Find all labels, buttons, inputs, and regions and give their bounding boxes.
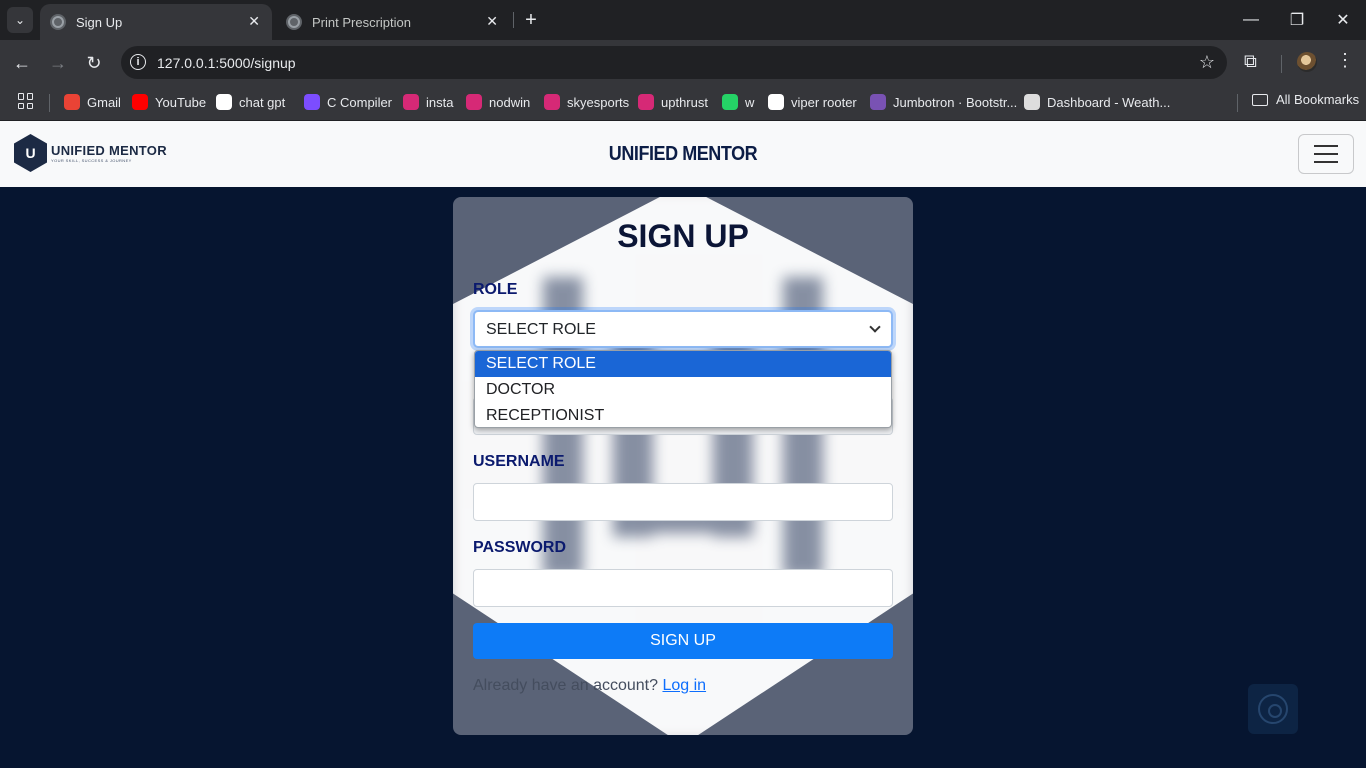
logo-hex-icon: U: [14, 134, 47, 172]
bookmark-star-icon[interactable]: ☆: [1199, 52, 1215, 73]
bookmarks-bar: Gmail YouTube chat gpt C Compiler insta nodwi…: [0, 85, 1366, 121]
assistant-icon: [1258, 694, 1288, 724]
whatsapp-icon: [722, 94, 738, 110]
bookmark-item[interactable]: YouTube: [132, 92, 206, 112]
folder-icon: [1252, 93, 1268, 106]
bookmark-item[interactable]: w: [722, 92, 754, 112]
role-option[interactable]: DOCTOR: [475, 377, 891, 403]
site-navbar: U UNIFIED MENTOR YOUR SKILL, SUCCESS & J…: [0, 121, 1366, 187]
bookmark-item[interactable]: skyesports: [544, 92, 629, 112]
login-prompt-text: Already have an account?: [473, 677, 659, 694]
chatgpt-icon: [216, 94, 232, 110]
role-option[interactable]: SELECT ROLE: [475, 351, 891, 377]
bookmark-item[interactable]: upthrust: [638, 92, 708, 112]
floating-assistant-button[interactable]: [1248, 684, 1298, 734]
apps-grid-icon[interactable]: [18, 93, 34, 109]
all-bookmarks-button[interactable]: All Bookmarks: [1252, 92, 1359, 107]
close-tab-icon[interactable]: ✕: [248, 13, 260, 30]
bookmark-item[interactable]: Gmail: [64, 92, 121, 112]
forward-button[interactable]: →: [46, 51, 70, 75]
compiler-icon: [304, 94, 320, 110]
bookmark-item[interactable]: C Compiler: [304, 92, 392, 112]
role-dropdown-list[interactable]: SELECT ROLE DOCTOR RECEPTIONIST: [474, 350, 892, 428]
bookmark-label: chat gpt: [239, 94, 286, 110]
address-bar[interactable]: i 127.0.0.1:5000/signup ☆: [121, 46, 1227, 79]
bookmark-item[interactable]: chat gpt: [216, 92, 285, 112]
globe-icon: [50, 14, 66, 30]
bootstrap-icon: [870, 94, 886, 110]
bookmark-label: C Compiler: [327, 94, 393, 110]
bookmarks-divider: [49, 94, 50, 112]
tab-print-prescription[interactable]: Print Prescription ✕: [276, 4, 510, 40]
close-tab-icon[interactable]: ✕: [486, 13, 498, 30]
restore-button[interactable]: ❐: [1285, 8, 1309, 32]
bookmark-item[interactable]: nodwin: [466, 92, 530, 112]
all-bookmarks-label: All Bookmarks: [1276, 92, 1360, 107]
bookmark-label: Dashboard - Weath...: [1047, 94, 1171, 110]
url-text[interactable]: 127.0.0.1:5000/signup: [157, 55, 296, 71]
password-input[interactable]: [473, 569, 893, 607]
chevron-down-icon: [869, 321, 881, 333]
bookmark-label: w: [745, 94, 755, 110]
site-info-icon[interactable]: i: [130, 54, 146, 70]
minimize-button[interactable]: —: [1239, 8, 1263, 32]
login-prompt: Already have an account? Log in: [473, 677, 706, 695]
bookmark-label: viper rooter: [791, 94, 857, 110]
bookmarks-divider: [1237, 94, 1238, 112]
username-input[interactable]: [473, 483, 893, 521]
bookmark-label: YouTube: [155, 94, 207, 110]
bookmark-item[interactable]: viper rooter: [768, 92, 857, 112]
bookmark-label: Jumbotron · Bootstr...: [893, 94, 1018, 110]
bookmark-label: skyesports: [567, 94, 630, 110]
instagram-icon: [466, 94, 482, 110]
bookmark-label: insta: [426, 94, 454, 110]
role-label: ROLE: [473, 281, 518, 298]
youtube-icon: [132, 94, 148, 110]
browser-toolbar: ← → ↻ i 127.0.0.1:5000/signup ☆ ⧉ ⋮: [0, 40, 1366, 85]
browser-tab-bar: ⌄ Sign Up ✕ Print Prescription ✕ + — ❐ ✕: [0, 0, 1366, 40]
instagram-icon: [638, 94, 654, 110]
role-option[interactable]: RECEPTIONIST: [475, 403, 891, 427]
tab-divider: [513, 12, 514, 28]
instagram-icon: [544, 94, 560, 110]
close-window-button[interactable]: ✕: [1331, 8, 1355, 32]
profile-avatar[interactable]: [1297, 52, 1317, 72]
bookmark-label: Gmail: [87, 94, 121, 110]
toolbar-divider: [1281, 55, 1282, 73]
instagram-icon: [403, 94, 419, 110]
gmail-icon: [64, 94, 80, 110]
navbar-brand: UNIFIED MENTOR: [608, 143, 758, 165]
tab-label: Sign Up: [76, 14, 123, 30]
extensions-icon[interactable]: ⧉: [1244, 51, 1257, 72]
reload-button[interactable]: ↻: [82, 51, 106, 75]
link-icon: [768, 94, 784, 110]
tab-sign-up[interactable]: Sign Up ✕: [40, 4, 272, 40]
page-icon: [1024, 94, 1040, 110]
navbar-toggle-button[interactable]: [1298, 134, 1354, 174]
page-content: U UNIFIED MENTOR YOUR SKILL, SUCCESS & J…: [0, 121, 1366, 768]
new-tab-button[interactable]: +: [519, 8, 543, 32]
role-select[interactable]: SELECT ROLE: [473, 310, 893, 348]
password-label: PASSWORD: [473, 539, 567, 556]
back-button[interactable]: ←: [10, 51, 34, 75]
form-title: SIGN UP: [617, 218, 749, 254]
signup-card: SIGN UP ROLE SELECT ROLE SELECT ROLE DOC…: [453, 197, 913, 735]
bookmark-item[interactable]: insta: [403, 92, 453, 112]
globe-icon: [286, 14, 302, 30]
bookmark-item[interactable]: Dashboard - Weath...: [1024, 92, 1170, 112]
browser-menu-icon[interactable]: ⋮: [1336, 50, 1354, 71]
username-label: USERNAME: [473, 453, 565, 470]
role-select-value: SELECT ROLE: [486, 321, 596, 338]
bookmark-item[interactable]: Jumbotron · Bootstr...: [870, 92, 1017, 112]
tab-search-button[interactable]: ⌄: [7, 7, 33, 33]
tab-label: Print Prescription: [312, 14, 411, 30]
bookmark-label: upthrust: [661, 94, 708, 110]
bookmark-label: nodwin: [489, 94, 531, 110]
login-link[interactable]: Log in: [662, 677, 706, 694]
sign-up-button[interactable]: SIGN UP: [473, 623, 893, 659]
